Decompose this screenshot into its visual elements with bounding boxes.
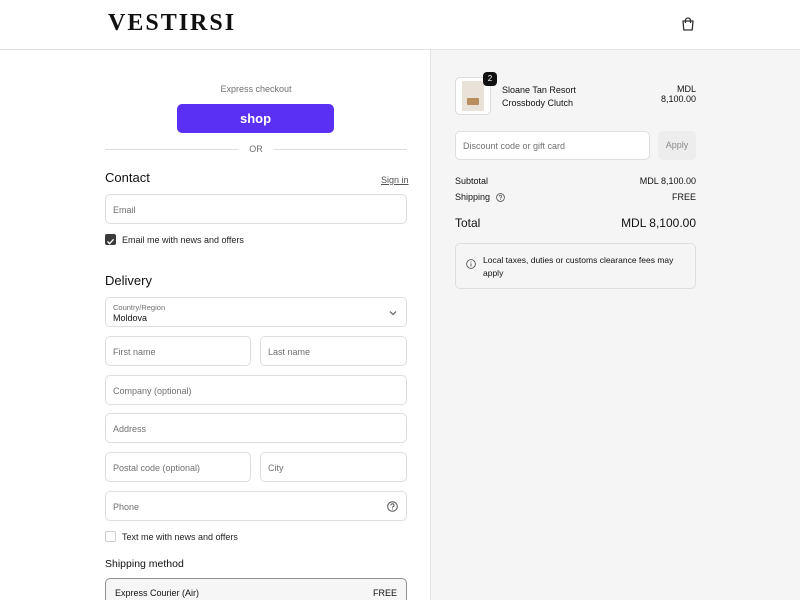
shipping-method-heading: Shipping method [105,558,184,570]
order-summary: 2 Sloane Tan Resort Crossbody Clutch MDL… [430,50,800,600]
country-select[interactable]: Country/Region Moldova [105,297,407,327]
or-label: OR [249,144,263,154]
email-news-checkbox[interactable] [105,234,116,245]
delivery-heading: Delivery [105,273,152,288]
product-name: Sloane Tan Resort Crossbody Clutch [502,85,576,108]
site-header: VESTIRSI [0,0,800,50]
info-icon [466,259,476,269]
company-field[interactable]: Company (optional) [105,375,407,405]
shipping-option-name: Express Courier (Air) [115,588,200,598]
checkmark-icon [107,238,115,245]
total-value: MDL 8,100.00 [621,216,696,230]
shipping-option[interactable]: Express Courier (Air) FREE [105,578,407,600]
text-news-label: Text me with news and offers [122,532,238,542]
help-circle-icon[interactable] [387,501,398,512]
postal-code-field[interactable]: Postal code (optional) [105,452,251,482]
email-news-label: Email me with news and offers [122,235,244,245]
phone-placeholder: Phone [113,502,140,512]
product-image [462,81,484,111]
city-placeholder: City [268,463,284,473]
sign-in-link[interactable]: Sign in [381,175,409,185]
country-value: Moldova [113,313,148,323]
subtotal-value: MDL 8,100.00 [639,176,696,186]
first-name-field[interactable]: First name [105,336,251,366]
discount-placeholder: Discount code or gift card [463,141,566,151]
text-news-checkbox[interactable] [105,531,116,542]
contact-heading: Contact [105,170,150,185]
discount-code-field[interactable]: Discount code or gift card [455,131,650,160]
product-price: MDL 8,100.00 [660,84,696,104]
checkout-form: Express checkout shop OR Contact Sign in… [0,50,430,600]
postal-code-placeholder: Postal code (optional) [113,463,201,473]
shopping-bag-icon[interactable] [680,16,696,32]
address-placeholder: Address [113,424,147,434]
chevron-down-icon [389,311,397,316]
last-name-field[interactable]: Last name [260,336,407,366]
help-circle-icon[interactable] [495,193,505,202]
shipping-label: Shipping [455,192,491,202]
quantity-badge: 2 [483,72,497,86]
tax-notice-text: Local taxes, duties or customs clearance… [483,255,674,278]
apply-button[interactable]: Apply [658,131,696,160]
or-divider: OR [105,143,407,155]
shop-pay-button[interactable]: shop [177,104,334,133]
shipping-summary-row: Shipping [455,192,505,202]
email-field[interactable]: Email [105,194,407,224]
city-field[interactable]: City [260,452,407,482]
shipping-option-price: FREE [372,588,397,598]
email-placeholder: Email [113,205,136,215]
tax-notice: Local taxes, duties or customs clearance… [455,243,696,289]
company-placeholder: Company (optional) [113,386,192,396]
last-name-placeholder: Last name [268,347,311,357]
subtotal-label: Subtotal [455,176,489,186]
clutch-image [467,98,479,105]
store-logo[interactable]: VESTIRSI [108,10,236,37]
express-checkout-label: Express checkout [220,84,292,94]
total-label: Total [455,216,481,230]
shipping-value: FREE [671,192,696,202]
phone-field[interactable]: Phone [105,491,407,521]
country-label: Country/Region [113,303,166,312]
address-field[interactable]: Address [105,413,407,443]
first-name-placeholder: First name [113,347,156,357]
